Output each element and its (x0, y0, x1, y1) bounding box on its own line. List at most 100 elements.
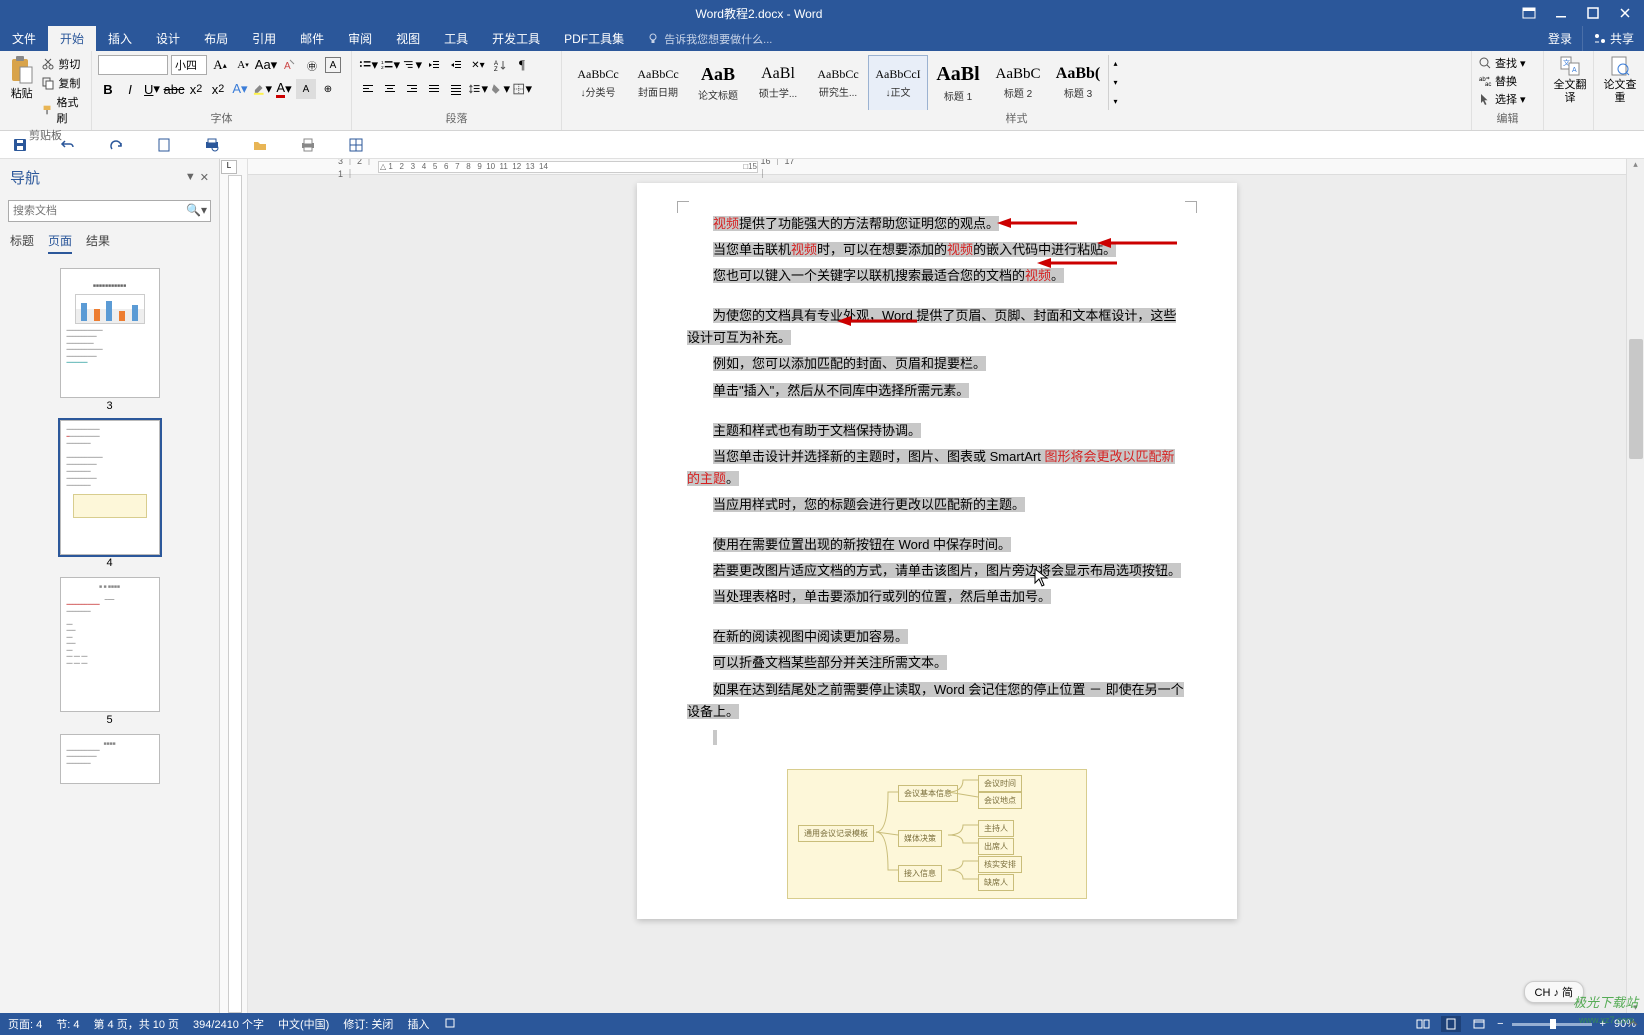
tab-pdf[interactable]: PDF工具集 (552, 26, 636, 51)
style-item-4[interactable]: AaBbCc研究生... (808, 55, 868, 110)
tab-tools[interactable]: 工具 (432, 26, 480, 51)
scrollbar-thumb[interactable] (1629, 339, 1643, 459)
style-item-6[interactable]: AaBl标题 1 (928, 55, 988, 110)
cut-button[interactable]: 剪切 (41, 55, 85, 73)
status-insert-mode[interactable]: 插入 (407, 1016, 429, 1032)
tab-file[interactable]: 文件 (0, 26, 48, 51)
page-thumbnail-4[interactable]: ━━━━━━━━━━━━━━━━━━━━━━━━━━━━━━━━━━━━━━━━… (60, 420, 160, 555)
enclose-char-button[interactable]: ⊕ (318, 79, 338, 99)
maximize-icon[interactable] (1578, 2, 1608, 24)
qat-print-preview-button[interactable] (202, 135, 222, 155)
numbering-button[interactable]: 12▾ (380, 55, 400, 75)
qat-insert-button[interactable] (346, 135, 366, 155)
scroll-down-icon[interactable]: ▾ (1627, 1002, 1644, 1013)
view-print-layout-button[interactable] (1441, 1016, 1461, 1032)
zoom-slider[interactable] (1512, 1023, 1592, 1026)
shading-button[interactable]: ▾ (490, 79, 510, 99)
close-icon[interactable] (1610, 2, 1640, 24)
nav-close-icon[interactable]: ✕ (200, 171, 209, 184)
align-left-button[interactable] (358, 79, 378, 99)
styles-more-button[interactable]: ▴▾▾ (1108, 55, 1122, 110)
shrink-font-button[interactable]: A▾ (233, 55, 253, 75)
italic-button[interactable]: I (120, 79, 140, 99)
highlight-button[interactable]: ▾ (252, 79, 272, 99)
clear-format-button[interactable]: A (279, 55, 299, 75)
signin-button[interactable]: 登录 (1538, 26, 1582, 51)
underline-button[interactable]: U▾ (142, 79, 162, 99)
nav-search-input[interactable] (8, 200, 211, 222)
align-center-button[interactable] (380, 79, 400, 99)
tab-selector[interactable]: L (221, 160, 237, 174)
qat-new-button[interactable] (154, 135, 174, 155)
subscript-button[interactable]: x2 (186, 79, 206, 99)
tab-references[interactable]: 引用 (240, 26, 288, 51)
save-button[interactable] (10, 135, 30, 155)
scroll-up-icon[interactable]: ▴ (1627, 159, 1644, 170)
text-effects-button[interactable]: A▾ (230, 79, 250, 99)
paste-button[interactable]: 粘贴 (6, 55, 37, 101)
font-color-button[interactable]: A▾ (274, 79, 294, 99)
vertical-ruler[interactable] (228, 175, 242, 1013)
search-icon[interactable]: 🔍▾ (186, 203, 207, 217)
tab-insert[interactable]: 插入 (96, 26, 144, 51)
status-word-count[interactable]: 394/2410 个字 (193, 1016, 264, 1032)
translate-button[interactable]: 文A 全文翻译 (1550, 55, 1590, 105)
find-button[interactable]: 查找▾ (1478, 55, 1537, 71)
tab-review[interactable]: 审阅 (336, 26, 384, 51)
show-marks-button[interactable]: ¶ (512, 55, 532, 75)
decrease-indent-button[interactable] (424, 55, 444, 75)
style-item-5[interactable]: AaBbCcI↓正文 (868, 55, 928, 110)
increase-indent-button[interactable] (446, 55, 466, 75)
zoom-in-button[interactable]: + (1600, 1018, 1606, 1030)
bullets-button[interactable]: ▾ (358, 55, 378, 75)
style-item-8[interactable]: AaBb(标题 3 (1048, 55, 1108, 110)
strike-button[interactable]: abc (164, 79, 184, 99)
nav-tab-headings[interactable]: 标题 (10, 232, 34, 254)
undo-button[interactable] (58, 135, 78, 155)
grow-font-button[interactable]: A▴ (210, 55, 230, 75)
tab-mailings[interactable]: 邮件 (288, 26, 336, 51)
redo-button[interactable] (106, 135, 126, 155)
select-button[interactable]: 选择▾ (1478, 91, 1537, 107)
format-painter-button[interactable]: 格式刷 (41, 93, 85, 127)
nav-tab-results[interactable]: 结果 (86, 232, 110, 254)
status-language[interactable]: 中文(中国) (278, 1016, 329, 1032)
nav-thumbnails[interactable]: ■■■■■■■■■■■ ━━━━━━━━━━━━━━━━━━━━━━━━━━━━… (0, 260, 219, 1013)
tab-developer[interactable]: 开发工具 (480, 26, 552, 51)
style-item-0[interactable]: AaBbCc↓分类号 (568, 55, 628, 110)
status-page[interactable]: 页面: 4 (8, 1016, 42, 1032)
align-right-button[interactable] (402, 79, 422, 99)
page-thumbnail-5[interactable]: ■ ■ ■■■■ ━━━━ ━━━━━━━━━━━ ━━━━━━━━━━━━━━… (60, 577, 160, 712)
view-web-layout-button[interactable] (1469, 1016, 1489, 1032)
superscript-button[interactable]: x2 (208, 79, 228, 99)
status-page-count[interactable]: 第 4 页，共 10 页 (93, 1016, 179, 1032)
tab-layout[interactable]: 布局 (192, 26, 240, 51)
ime-indicator[interactable]: CH ♪ 简 (1524, 981, 1585, 1003)
tab-design[interactable]: 设计 (144, 26, 192, 51)
tab-home[interactable]: 开始 (48, 26, 96, 51)
share-button[interactable]: 共享 (1582, 26, 1644, 51)
replace-button[interactable]: abac替换 (1478, 73, 1537, 89)
style-item-3[interactable]: AaBl硕士学... (748, 55, 808, 110)
zoom-out-button[interactable]: − (1497, 1018, 1503, 1030)
font-size-combo[interactable] (171, 55, 207, 75)
borders-button[interactable]: ▾ (512, 79, 532, 99)
vertical-scrollbar[interactable]: ▴ ▾ (1626, 159, 1644, 1013)
status-track-changes[interactable]: 修订: 关闭 (343, 1016, 393, 1032)
ribbon-display-icon[interactable] (1514, 2, 1544, 24)
page-thumbnail-6[interactable]: ■■■■ ━━━━━━━━━━━━━━━━━━━━━━━━━━━━━ (60, 734, 160, 784)
justify-button[interactable] (424, 79, 444, 99)
page-thumbnail-3[interactable]: ■■■■■■■■■■■ ━━━━━━━━━━━━━━━━━━━━━━━━━━━━… (60, 268, 160, 398)
bold-button[interactable]: B (98, 79, 118, 99)
minimize-icon[interactable] (1546, 2, 1576, 24)
style-item-1[interactable]: AaBbCc封面日期 (628, 55, 688, 110)
asian-layout-button[interactable]: ✕▾ (468, 55, 488, 75)
qat-print-button[interactable] (298, 135, 318, 155)
horizontal-ruler[interactable]: 3 ｜ 2 ｜ 1 ｜ △ 1 2 3 4 5 6 7 8 9 10 11 12… (248, 159, 1626, 175)
copy-button[interactable]: 复制 (41, 74, 85, 92)
nav-tab-pages[interactable]: 页面 (48, 232, 72, 254)
border-char-button[interactable]: A (325, 57, 341, 73)
phonetic-button[interactable]: ㊥ (302, 55, 322, 75)
change-case-button[interactable]: Aa▾ (256, 55, 276, 75)
document-page[interactable]: 视频提供了功能强大的方法帮助您证明您的观点。 当您单击联机视频时，可以在想要添加… (637, 183, 1237, 919)
